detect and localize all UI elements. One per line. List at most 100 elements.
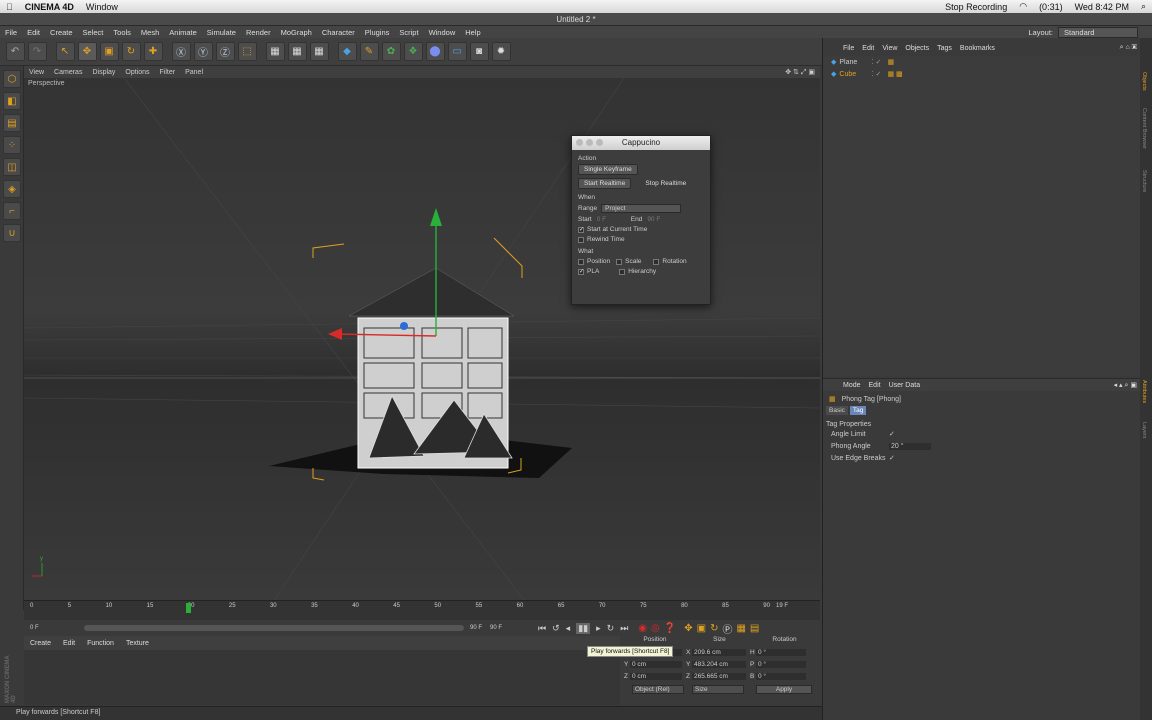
- om-menu-objects[interactable]: Objects: [901, 45, 933, 52]
- mat-menu-function[interactable]: Function: [81, 640, 120, 647]
- start-field[interactable]: 0 F: [597, 216, 631, 223]
- key-position-icon[interactable]: ✥: [684, 623, 692, 634]
- am-nav-icon[interactable]: ◂ ▴ ⌕ ▣: [1110, 381, 1141, 390]
- menu-select[interactable]: Select: [78, 28, 109, 37]
- z-axis-lock-icon[interactable]: Ⓩ: [215, 42, 235, 61]
- minimize-icon[interactable]: [586, 139, 593, 146]
- menu-tools[interactable]: Tools: [108, 28, 136, 37]
- menu-plugins[interactable]: Plugins: [360, 28, 395, 37]
- spotlight-icon[interactable]: ⌕: [1141, 1, 1146, 12]
- om-menu-tags[interactable]: Tags: [933, 45, 956, 52]
- zoom-icon[interactable]: [596, 139, 603, 146]
- floor-icon[interactable]: ▭: [447, 42, 467, 61]
- phong-angle-field[interactable]: 20 °: [889, 442, 931, 450]
- x-axis-lock-icon[interactable]: Ⓧ: [171, 42, 191, 61]
- tab-tag[interactable]: Tag: [849, 406, 867, 415]
- next-key-icon[interactable]: ↻: [607, 623, 615, 634]
- play-forwards-icon[interactable]: ▮▮: [576, 622, 591, 634]
- coord-y-size-field[interactable]: 483.204 cm: [692, 660, 746, 668]
- texture-mode-icon[interactable]: ▤: [3, 114, 21, 132]
- make-editable-icon[interactable]: ⬡: [3, 70, 21, 88]
- scale-checkbox[interactable]: [616, 258, 623, 265]
- side-tab-objects[interactable]: Objects: [1141, 72, 1147, 91]
- rewind-row[interactable]: Rewind Time: [578, 236, 710, 243]
- om-search-icon[interactable]: ⌕ ⌂ ▣: [1116, 44, 1141, 52]
- close-icon[interactable]: [576, 139, 583, 146]
- render-picture-viewer-icon[interactable]: ▦: [287, 42, 307, 61]
- tab-basic[interactable]: Basic: [826, 406, 848, 415]
- am-menu-edit[interactable]: Edit: [865, 382, 885, 389]
- menu-edit[interactable]: Edit: [22, 28, 45, 37]
- y-axis-lock-icon[interactable]: Ⓨ: [193, 42, 213, 61]
- viewport-menu-filter[interactable]: Filter: [155, 69, 181, 76]
- recording-status[interactable]: Stop Recording: [945, 2, 1007, 12]
- model-mode-icon[interactable]: ◧: [3, 92, 21, 110]
- menu-window[interactable]: Window: [424, 28, 461, 37]
- magnet-icon[interactable]: ∪: [3, 224, 21, 242]
- start-at-current-checkbox[interactable]: ✓: [578, 226, 584, 233]
- viewport-menu-panel[interactable]: Panel: [180, 69, 208, 76]
- playhead-marker[interactable]: [186, 603, 191, 613]
- mat-menu-texture[interactable]: Texture: [120, 640, 155, 647]
- goto-end-icon[interactable]: ⏭: [620, 623, 628, 634]
- app-menu[interactable]: CINEMA 4D: [25, 2, 74, 12]
- cappucino-titlebar[interactable]: Cappucino: [572, 136, 710, 150]
- rotate-icon[interactable]: ↻: [121, 42, 141, 61]
- mat-menu-edit[interactable]: Edit: [57, 640, 81, 647]
- rotation-checkbox[interactable]: [653, 258, 660, 265]
- camera-icon[interactable]: ◙: [469, 42, 489, 61]
- menu-mograph[interactable]: MoGraph: [276, 28, 317, 37]
- single-keyframe-button[interactable]: Single Keyframe: [578, 164, 638, 175]
- side-tab-attributes[interactable]: Attributes: [1141, 380, 1147, 403]
- om-menu-edit[interactable]: Edit: [858, 45, 878, 52]
- pla-checkbox[interactable]: ✓: [578, 268, 584, 275]
- position-checkbox[interactable]: [578, 258, 584, 265]
- menu-file[interactable]: File: [0, 28, 22, 37]
- coord-b-rot-field[interactable]: 0 °: [756, 672, 806, 680]
- viewport-menu-options[interactable]: Options: [120, 69, 154, 76]
- key-parameter-icon[interactable]: Ⓟ: [722, 621, 732, 636]
- prev-frame-icon[interactable]: ◂: [566, 623, 571, 634]
- side-tab-layers[interactable]: Layers: [1141, 422, 1147, 439]
- viewport-menu-view[interactable]: View: [24, 69, 49, 76]
- polygons-mode-icon[interactable]: ◈: [3, 180, 21, 198]
- side-tab-content-browser[interactable]: Content Browser: [1141, 108, 1147, 149]
- viewport-menu-display[interactable]: Display: [87, 69, 120, 76]
- coord-x-size-field[interactable]: 209.6 cm: [692, 648, 746, 656]
- range-select[interactable]: Project: [601, 204, 682, 213]
- om-menu-file[interactable]: File: [839, 45, 858, 52]
- start-realtime-button[interactable]: Start Realtime: [578, 178, 632, 189]
- next-frame-icon[interactable]: ▸: [596, 623, 601, 634]
- menu-animate[interactable]: Animate: [164, 28, 202, 37]
- layout-select[interactable]: Standard: [1058, 26, 1138, 38]
- key-pla-icon[interactable]: ▦: [736, 623, 745, 634]
- object-row-plane[interactable]: ◆ Plane ⁚ ✓ ▦: [823, 56, 1141, 68]
- redo-icon[interactable]: ↷: [27, 42, 47, 61]
- visibility-dots-icon[interactable]: ⁚ ✓: [871, 70, 881, 78]
- coord-h-rot-field[interactable]: 0 °: [756, 648, 806, 656]
- clock[interactable]: Wed 8:42 PM: [1075, 2, 1129, 12]
- wifi-icon[interactable]: ◠: [1019, 1, 1027, 12]
- viewport-nav-icon[interactable]: ✥ ⇅ ⤢ ▣: [780, 68, 820, 77]
- object-name-cube[interactable]: Cube: [839, 71, 867, 78]
- render-settings-icon[interactable]: ▦: [309, 42, 329, 61]
- object-name-plane[interactable]: Plane: [839, 59, 867, 66]
- coord-z-size-field[interactable]: 265.665 cm: [692, 672, 746, 680]
- end-field[interactable]: 90 F: [647, 216, 660, 223]
- object-row-cube[interactable]: ◆ Cube ⁚ ✓ ▦ ▩: [823, 68, 1141, 80]
- record-icon[interactable]: ◉: [638, 623, 647, 634]
- move-icon[interactable]: ✥: [77, 42, 97, 61]
- object-list[interactable]: ◆ Plane ⁚ ✓ ▦ ◆ Cube ⁚ ✓ ▦ ▩: [823, 56, 1141, 376]
- start-at-current-row[interactable]: ✓ Start at Current Time: [578, 226, 710, 233]
- axis-mode-icon[interactable]: ⌐: [3, 202, 21, 220]
- keyframe-selection-icon[interactable]: ❓: [664, 623, 676, 634]
- menu-mesh[interactable]: Mesh: [136, 28, 164, 37]
- tag-icon[interactable]: ▦ ▩: [887, 70, 902, 78]
- stop-realtime-button[interactable]: Stop Realtime: [639, 178, 693, 189]
- edge-breaks-checkbox[interactable]: ✓: [889, 454, 895, 462]
- menu-character[interactable]: Character: [317, 28, 360, 37]
- recent-tools-icon[interactable]: ✚: [143, 42, 163, 61]
- autokey-icon[interactable]: ◎: [651, 623, 660, 634]
- menu-render[interactable]: Render: [241, 28, 276, 37]
- timeline-ruler[interactable]: 0 5 10 15 20 25 30 35 40 45 50 55 60 65 …: [24, 600, 820, 620]
